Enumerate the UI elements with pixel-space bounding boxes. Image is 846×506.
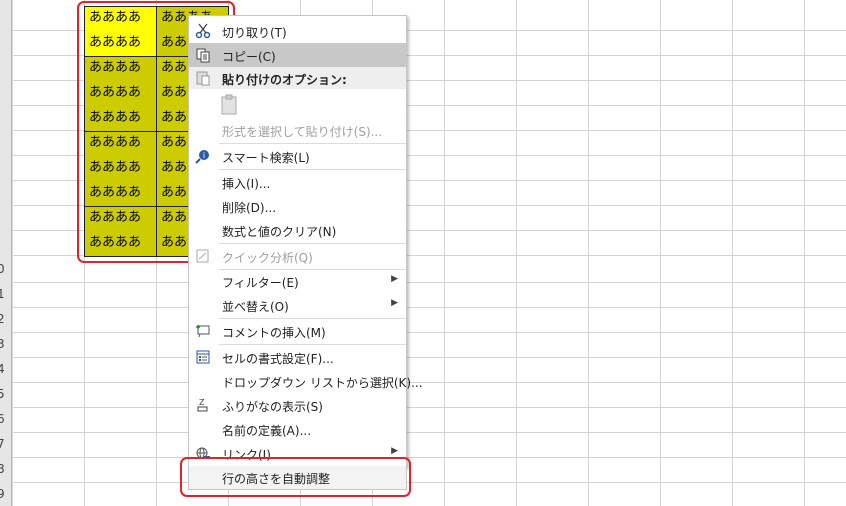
svg-text:i: i (203, 151, 205, 160)
submenu-arrow-icon: ▶ (391, 446, 398, 456)
phonetic-icon: Z (195, 397, 211, 413)
paste-button[interactable] (189, 90, 406, 118)
menu-item-insert-comment[interactable]: コメントの挿入(M) (189, 319, 406, 343)
menu-item-clear-contents[interactable]: 数式と値のクリア(N) (189, 218, 406, 242)
menu-item-label: 数式と値のクリア(N) (222, 225, 337, 239)
menu-item-quick-analysis[interactable]: クイック分析(Q) (189, 244, 406, 268)
row-number: 9 (0, 487, 5, 501)
row-number: 3 (0, 337, 5, 351)
menu-item-label: 切り取り(T) (222, 26, 287, 40)
menu-item-pick-from-list[interactable]: ドロップダウン リストから選択(K)... (189, 369, 423, 393)
menu-item-show-phonetic[interactable]: Z ふりがなの表示(S) (189, 393, 406, 417)
menu-item-label: ドロップダウン リストから選択(K)... (222, 376, 423, 390)
clipboard-icon (219, 94, 241, 116)
menu-item-copy[interactable]: コピー(C) (189, 43, 406, 67)
menu-item-label: スマート検索(L) (222, 151, 310, 165)
row-number: 7 (0, 437, 5, 451)
menu-item-label: フィルター(E) (222, 276, 299, 290)
row-number: 8 (0, 462, 5, 476)
grid-line (12, 282, 846, 283)
menu-item-filter[interactable]: フィルター(E) ▶ (189, 269, 406, 293)
grid-line (516, 0, 517, 506)
menu-item-delete[interactable]: 削除(D)... (189, 194, 406, 218)
format-cells-icon (195, 349, 211, 365)
row-number: 1 (0, 287, 5, 301)
copy-icon (195, 47, 211, 63)
grid-line (660, 0, 661, 506)
grid-line (732, 0, 733, 506)
menu-item-cut[interactable]: 切り取り(T) (189, 19, 406, 43)
paste-icon (195, 70, 211, 89)
grid-line (12, 382, 846, 383)
grid-line (12, 482, 846, 483)
submenu-arrow-icon: ▶ (391, 274, 398, 284)
menu-item-label: 削除(D)... (222, 201, 277, 215)
search-icon: i (195, 148, 211, 164)
grid-line (12, 307, 846, 308)
comment-icon (195, 323, 211, 339)
submenu-arrow-icon: ▶ (391, 298, 398, 308)
grid-line (12, 407, 846, 408)
context-menu: 切り取り(T) コピー(C) 貼り付けのオプション: 形式を選択して貼り付け(S… (188, 15, 423, 467)
row-number: 6 (0, 412, 5, 426)
grid-line (12, 332, 846, 333)
row-header[interactable]: 0 1 2 3 4 5 6 7 8 9 (0, 0, 12, 506)
menu-item-insert[interactable]: 挿入(I)... (189, 170, 406, 194)
grid-line (804, 0, 805, 506)
grid-line (588, 0, 589, 506)
row-number: 2 (0, 312, 5, 326)
section-label: 貼り付けのオプション: (222, 73, 347, 87)
menu-item-sort[interactable]: 並べ替え(O) ▶ (189, 293, 406, 317)
grid-line (12, 0, 13, 506)
menu-item-label: クイック分析(Q) (222, 251, 313, 265)
row-number: 4 (0, 362, 5, 376)
scissors-icon (195, 23, 211, 39)
grid-line (12, 457, 846, 458)
menu-item-paste-special[interactable]: 形式を選択して貼り付け(S)... (189, 118, 406, 142)
quick-analysis-icon (195, 248, 211, 264)
menu-item-label: ふりがなの表示(S) (222, 400, 323, 414)
row-number: 0 (0, 262, 5, 276)
menu-item-define-name[interactable]: 名前の定義(A)... (189, 417, 406, 441)
menu-item-label: 名前の定義(A)... (222, 424, 312, 438)
menu-item-label: コメントの挿入(M) (222, 326, 326, 340)
menu-item-format-cells[interactable]: セルの書式設定(F)... (189, 345, 406, 369)
menu-item-smart-lookup[interactable]: i スマート検索(L) (189, 144, 406, 168)
menu-item-label: 形式を選択して貼り付け(S)... (222, 125, 383, 139)
grid-line (12, 357, 846, 358)
menu-item-label: コピー(C) (222, 50, 276, 64)
menu-item-label: 並べ替え(O) (222, 300, 289, 314)
grid-line (444, 0, 445, 506)
grid-line (12, 432, 846, 433)
autofit-highlight-box (180, 457, 411, 497)
menu-item-label: セルの書式設定(F)... (222, 352, 334, 366)
paste-options-header: 貼り付けのオプション: (189, 67, 406, 89)
row-number: 5 (0, 387, 5, 401)
menu-item-label: 挿入(I)... (222, 177, 271, 191)
svg-text:Z: Z (199, 398, 205, 407)
